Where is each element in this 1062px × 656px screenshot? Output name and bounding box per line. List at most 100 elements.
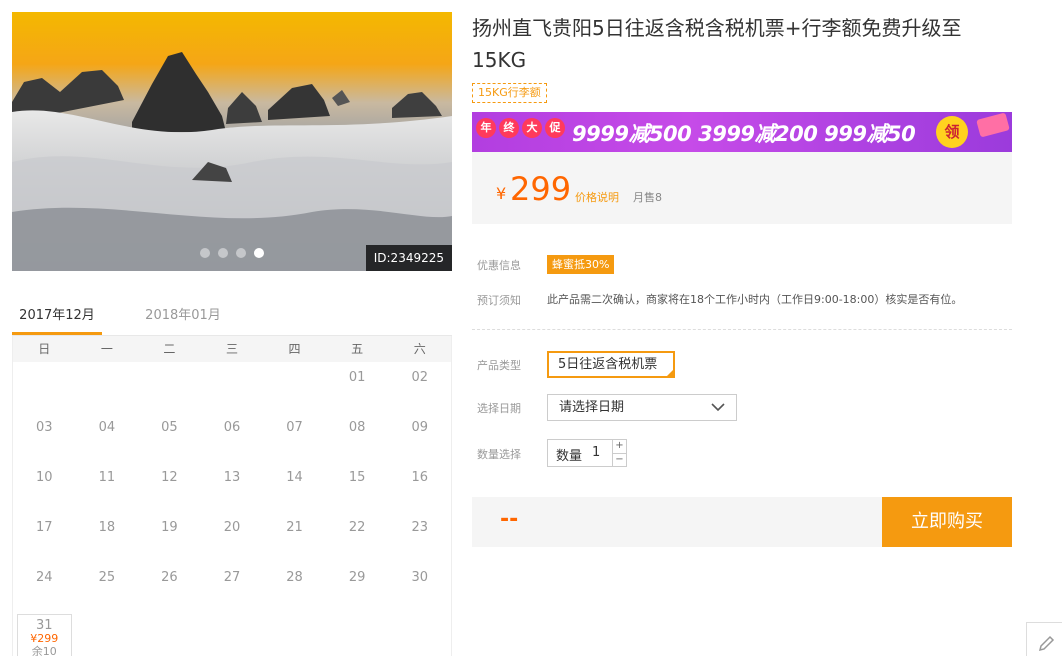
- calendar-day-empty: [13, 362, 76, 412]
- day-number: 31: [36, 618, 53, 633]
- mountain-landscape-image: [12, 12, 452, 271]
- calendar-day-available[interactable]: 31 ¥299 余10: [17, 614, 72, 656]
- calendar-day: 17: [36, 520, 53, 535]
- calendar-day: 12: [161, 470, 178, 485]
- calendar-day: 14: [286, 470, 303, 485]
- notice-text: 此产品需二次确认，商家将在18个工作小时内（工作日9:00-18:00）核实是否…: [547, 293, 963, 306]
- calendar-grid: 日 一 二 三 四 五 六 01 02 03 04 05 06 07 08 09 10 11 12 13…: [12, 336, 452, 656]
- day-price: ¥299: [30, 632, 59, 645]
- coupon-ticket-icon: [976, 112, 1010, 138]
- calendar-day: 01: [348, 370, 366, 385]
- calendar-week: 01 02: [13, 362, 451, 412]
- edit-button[interactable]: [1026, 622, 1062, 656]
- calendar-day: 18: [98, 520, 116, 535]
- discount-label: 优惠信息: [477, 259, 521, 272]
- weekday-label: 日: [38, 342, 51, 356]
- quantity-value[interactable]: 1: [592, 445, 600, 460]
- tab-month-jan[interactable]: 2018年01月: [138, 300, 228, 335]
- calendar-weekday-header: 日 一 二 三 四 五 六: [13, 336, 451, 362]
- date-select-value: 请选择日期: [559, 400, 625, 415]
- quantity-label: 数量选择: [477, 448, 521, 461]
- calendar-week: 24 25 26 27 28 29 30: [13, 562, 451, 612]
- calendar-day: 30: [411, 570, 428, 585]
- date-label: 选择日期: [477, 402, 521, 415]
- calendar-day: 07: [286, 420, 303, 435]
- quantity-decrease-button[interactable]: −: [613, 453, 626, 466]
- calendar-day: 06: [223, 420, 241, 435]
- quantity-increase-button[interactable]: +: [613, 440, 626, 453]
- calendar-day: 13: [223, 470, 241, 485]
- weekday-label: 一: [100, 342, 113, 356]
- weekday-label: 五: [351, 342, 364, 356]
- quantity-stepper: 数量 1 + −: [547, 439, 627, 467]
- currency-symbol: ¥: [496, 184, 507, 203]
- product-title: 扬州直飞贵阳5日往返含税含税机票+行李额免费升级至15KG: [472, 16, 962, 72]
- tab-month-dec[interactable]: 2017年12月: [12, 300, 102, 335]
- image-id-label: ID:2349225: [365, 245, 452, 271]
- price-explain-link[interactable]: 价格说明: [575, 189, 619, 205]
- promo-badge: 年: [476, 118, 496, 138]
- calendar-day: 28: [286, 570, 303, 585]
- discount-badge: 蜂蜜抵30%: [547, 255, 615, 274]
- monthly-sales: 月售8: [633, 191, 662, 204]
- calendar-day: 27: [223, 570, 241, 585]
- promo-text: 9999减500 3999减200 999减50: [572, 122, 916, 146]
- promo-badge: 终: [499, 118, 519, 138]
- promo-badges: 年 终 大 促: [476, 118, 565, 138]
- calendar-day: 15: [348, 470, 366, 485]
- calendar-day: 08: [348, 420, 366, 435]
- promo-banner[interactable]: 年 终 大 促 9999减500 3999减200 999减50 领: [472, 112, 1012, 152]
- calendar-day: 04: [98, 420, 116, 435]
- calendar-day: 25: [98, 570, 116, 585]
- calendar-week: 10 11 12 13 14 15 16: [13, 462, 451, 512]
- buy-now-button[interactable]: 立即购买: [882, 497, 1012, 547]
- product-type-option[interactable]: 5日往返含税机票: [547, 351, 675, 378]
- weekday-label: 二: [163, 342, 176, 356]
- calendar-day: 20: [223, 520, 241, 535]
- promo-badge: 促: [545, 118, 565, 138]
- quantity-inner-label: 数量: [556, 449, 583, 464]
- calendar-day-empty: [76, 362, 139, 412]
- baggage-tag: 15KG行李额: [472, 83, 547, 103]
- calendar-day-empty: [263, 362, 326, 412]
- calendar-day: 21: [286, 520, 303, 535]
- calendar-month-tabs: 2017年12月 2018年01月: [12, 300, 452, 336]
- calendar-day: 03: [36, 420, 53, 435]
- product-image[interactable]: ID:2349225: [12, 12, 452, 271]
- calendar-week: 31 ¥299 余10: [13, 612, 451, 656]
- divider: [472, 329, 1012, 330]
- calendar-day-empty: [201, 362, 264, 412]
- calendar-day: 24: [36, 570, 53, 585]
- carousel-dot-active[interactable]: [254, 248, 264, 258]
- calendar-day-empty: [138, 362, 201, 412]
- weekday-label: 四: [288, 342, 301, 356]
- promo-badge: 大: [522, 118, 542, 138]
- notice-label: 预订须知: [477, 294, 521, 307]
- calendar-day: 05: [161, 420, 178, 435]
- weekday-label: 三: [225, 342, 238, 356]
- type-label: 产品类型: [477, 359, 521, 372]
- calendar-day: 10: [36, 470, 53, 485]
- promo-claim-coin[interactable]: 领: [936, 116, 968, 148]
- buy-bar: -- 立即购买: [472, 497, 1012, 547]
- date-select[interactable]: 请选择日期: [547, 394, 737, 421]
- pencil-icon: [1038, 635, 1055, 652]
- price-value: 299: [510, 170, 572, 208]
- carousel-dot[interactable]: [218, 248, 228, 258]
- calendar-week: 17 18 19 20 21 22 23: [13, 512, 451, 562]
- calendar-day: 02: [411, 370, 428, 385]
- carousel-dot[interactable]: [236, 248, 246, 258]
- calendar-day: 11: [98, 470, 116, 485]
- weekday-label: 六: [413, 342, 426, 356]
- calendar-weeks: 01 02 03 04 05 06 07 08 09 10 11 12 13 14 15 16 17 18 19 20…: [13, 362, 451, 612]
- carousel-dots: [200, 248, 264, 258]
- total-price: --: [500, 507, 519, 532]
- calendar-day: 29: [348, 570, 366, 585]
- chevron-down-icon: [711, 403, 725, 412]
- calendar-day: 22: [348, 520, 366, 535]
- calendar-day: 26: [161, 570, 178, 585]
- day-stock: 余10: [31, 645, 57, 656]
- calendar-day: 19: [161, 520, 178, 535]
- product-page: ID:2349225 2017年12月 2018年01月 日 一 二 三 四 五…: [0, 0, 1062, 656]
- carousel-dot[interactable]: [200, 248, 210, 258]
